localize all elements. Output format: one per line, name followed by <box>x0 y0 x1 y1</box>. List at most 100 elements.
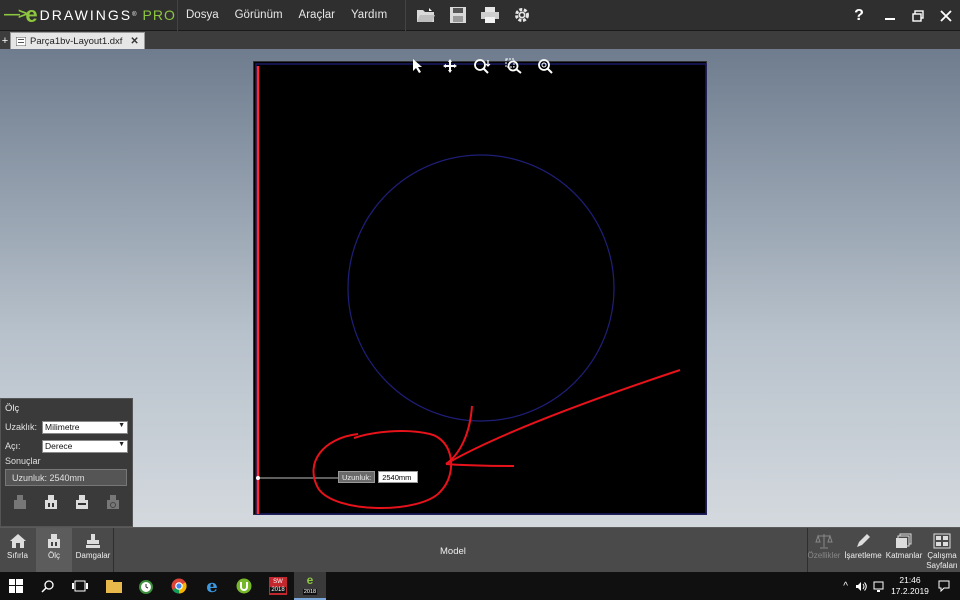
divider <box>113 528 114 573</box>
distance-label: Uzaklık: <box>5 422 38 432</box>
open-folder-icon[interactable] <box>410 3 442 27</box>
select-cursor-icon[interactable] <box>402 57 434 75</box>
measure-tools <box>5 494 128 510</box>
save-icon[interactable] <box>442 3 474 27</box>
measure-icon <box>45 531 63 551</box>
sheets-button[interactable]: Çalışma Sayfaları <box>924 528 960 573</box>
speaker-icon[interactable] <box>852 581 870 592</box>
measure-two-point-tool-icon[interactable] <box>43 494 59 510</box>
solidworks-badge-text: SW <box>273 579 283 585</box>
close-tab-icon[interactable]: ✕ <box>130 36 138 47</box>
zoom-fit-icon[interactable] <box>530 57 562 75</box>
search-icon[interactable] <box>32 572 64 600</box>
measure-multi-point-tool-icon[interactable] <box>74 494 90 510</box>
layers-label: Katmanlar <box>885 551 923 560</box>
chrome-icon[interactable] <box>163 572 195 600</box>
tab-strip: + Parça1bv-Layout1.dxf ✕ <box>0 31 960 49</box>
measure-point-tool-icon[interactable] <box>12 494 28 510</box>
window-controls: ? <box>842 0 960 31</box>
drawing-canvas[interactable]: Uzunluk: 2540mm <box>253 61 707 515</box>
stamp-icon <box>84 531 102 551</box>
model-tab[interactable]: Model <box>440 546 466 557</box>
document-icon <box>16 36 26 46</box>
markup-label: İşaretleme <box>844 551 882 560</box>
measure-tooltip-value: 2540mm <box>378 471 419 483</box>
task-view-icon[interactable] <box>64 572 96 600</box>
restore-button[interactable] <box>904 4 932 28</box>
menu-help[interactable]: Yardım <box>343 9 395 21</box>
results-title: Sonuçlar <box>5 456 41 466</box>
app-logo: —> e DRAWINGS ® PRO <box>0 0 178 31</box>
clock[interactable]: 21:46 17.2.2019 <box>888 575 932 597</box>
angle-row: Açı: Derece ▼ <box>5 439 128 453</box>
internet-explorer-icon[interactable]: e <box>196 572 228 600</box>
network-icon[interactable] <box>870 581 888 592</box>
menu-view[interactable]: Görünüm <box>227 9 291 21</box>
chevron-down-icon: ▼ <box>118 440 125 448</box>
distance-unit-select[interactable]: Milimetre ▼ <box>42 420 128 434</box>
measure-panel-title: Ölç <box>5 403 20 414</box>
document-tab[interactable]: Parça1bv-Layout1.dxf ✕ <box>10 32 145 49</box>
reset-button[interactable]: Sıfırla <box>0 528 35 573</box>
sheets-label: Çalışma Sayfaları <box>926 551 958 570</box>
properties-label: Özellikler <box>807 551 841 560</box>
menu-bar: Dosya Görünüm Araçlar Yardım <box>178 9 395 21</box>
windows-start-icon[interactable] <box>0 572 32 600</box>
solidworks-badge-year: 2018 <box>270 587 286 593</box>
measure-button[interactable]: Ölç <box>36 528 72 573</box>
close-window-button[interactable] <box>932 4 960 28</box>
system-tray: ^ 21:46 17.2.2019 <box>839 572 960 600</box>
menu-tools[interactable]: Araçlar <box>291 9 343 21</box>
chevron-down-icon: ▼ <box>118 421 125 429</box>
app-brand: DRAWINGS <box>39 7 133 23</box>
settings-gear-icon[interactable] <box>506 3 538 27</box>
quick-toolbar <box>405 0 538 31</box>
markup-button[interactable]: İşaretleme <box>842 528 884 573</box>
document-tab-label: Parça1bv-Layout1.dxf <box>30 35 123 47</box>
pan-move-icon[interactable] <box>434 57 466 75</box>
new-tab-button[interactable]: + <box>0 33 10 49</box>
alarm-clock-icon[interactable] <box>130 572 162 600</box>
utorrent-icon[interactable] <box>228 572 260 600</box>
circle-entity[interactable] <box>347 154 615 422</box>
angle-label: Açı: <box>5 441 21 451</box>
chevron-up-icon[interactable]: ^ <box>839 581 852 592</box>
measure-label: Ölç <box>48 551 60 560</box>
stamps-label: Damgalar <box>75 551 111 560</box>
measure-clear-tool-icon[interactable] <box>105 494 121 510</box>
help-button[interactable]: ? <box>842 4 876 28</box>
measure-tooltip-label: Uzunluk: <box>338 471 376 483</box>
taskbar: e SW 2018 e 2018 ^ 21:46 17.2.2019 <box>0 572 960 600</box>
home-icon <box>9 531 27 551</box>
result-field: Uzunluk: 2540mm <box>5 469 127 486</box>
print-icon[interactable] <box>474 3 506 27</box>
annotation-arrow-right <box>445 463 515 467</box>
clock-time: 21:46 <box>899 575 921 585</box>
app-edition: PRO <box>142 7 176 23</box>
solidworks-icon[interactable]: SW 2018 <box>262 572 294 600</box>
properties-button[interactable]: Özellikler <box>807 528 841 573</box>
distance-row: Uzaklık: Milimetre ▼ <box>5 420 128 434</box>
angle-unit-value: Derece <box>45 441 73 451</box>
menu-file[interactable]: Dosya <box>178 9 227 21</box>
minimize-button[interactable] <box>876 4 904 28</box>
zoom-dynamic-icon[interactable] <box>466 57 498 75</box>
annotation-arrow-long <box>445 369 681 465</box>
edrawings-taskbar-icon[interactable]: e 2018 <box>294 572 326 600</box>
edrawings-badge-year: 2018 <box>302 589 318 595</box>
pen-icon <box>854 531 872 551</box>
layers-icon <box>895 531 913 551</box>
view-toolbar <box>402 57 562 75</box>
reset-label: Sıfırla <box>7 551 28 560</box>
notification-icon[interactable] <box>932 580 960 592</box>
file-explorer-icon[interactable] <box>98 572 130 600</box>
bottom-toolbar: Sıfırla Ölç Damgalar Model Özellikler İş… <box>0 527 960 573</box>
layers-button[interactable]: Katmanlar <box>884 528 924 573</box>
clock-date: 17.2.2019 <box>891 586 929 596</box>
measure-point <box>256 476 260 480</box>
angle-unit-select[interactable]: Derece ▼ <box>42 439 128 453</box>
title-bar: —> e DRAWINGS ® PRO Dosya Görünüm Araçlar … <box>0 0 960 31</box>
stamps-button[interactable]: Damgalar <box>73 528 113 573</box>
zoom-window-icon[interactable] <box>498 57 530 75</box>
sheets-icon <box>933 531 951 551</box>
